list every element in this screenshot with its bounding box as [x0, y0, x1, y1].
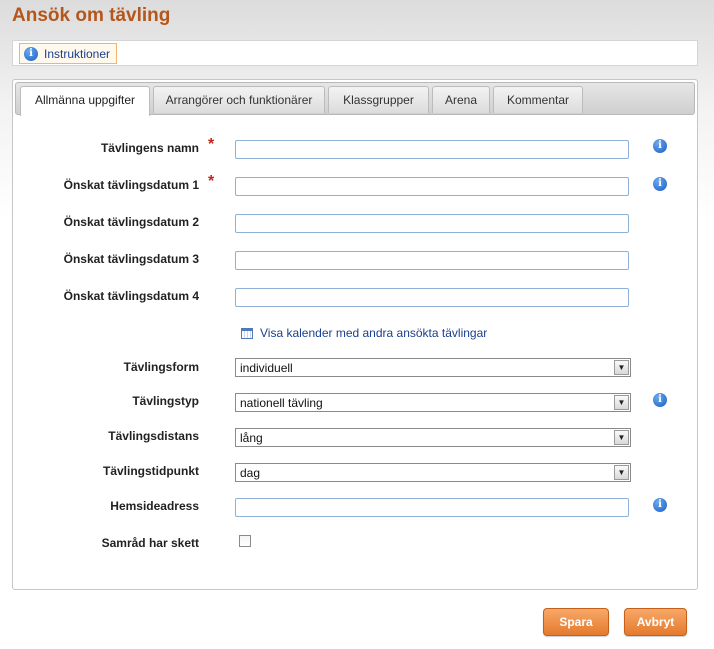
info-icon[interactable]: i: [653, 139, 667, 153]
date1-label: Önskat tävlingsdatum 1: [63, 178, 199, 192]
info-icon: i: [24, 46, 38, 61]
date4-label: Önskat tävlingsdatum 4: [63, 289, 199, 303]
date3-label: Önskat tävlingsdatum 3: [63, 252, 199, 266]
competition-name-input[interactable]: [235, 140, 629, 159]
time-label: Tävlingstidpunkt: [103, 464, 199, 478]
homepage-input[interactable]: [235, 498, 629, 517]
date1-input[interactable]: [235, 177, 629, 196]
competition-form-select[interactable]: individuell ▼: [235, 358, 631, 377]
calendar-icon: [241, 327, 253, 339]
select-value: nationell tävling: [240, 396, 323, 410]
info-icon[interactable]: i: [653, 393, 667, 407]
chevron-down-icon[interactable]: ▼: [614, 465, 629, 480]
required-marker: *: [208, 173, 215, 190]
competition-time-select[interactable]: dag ▼: [235, 463, 631, 482]
date4-input[interactable]: [235, 288, 629, 307]
form-panel: Allmänna uppgifter Arrangörer och funkti…: [12, 79, 698, 590]
select-value: lång: [240, 431, 263, 445]
instructions-bar: i Instruktioner: [12, 40, 698, 66]
chevron-down-icon[interactable]: ▼: [614, 430, 629, 445]
tab-arena[interactable]: Arena: [432, 86, 490, 113]
tab-strip: Allmänna uppgifter Arrangörer och funkti…: [15, 82, 695, 116]
instructions-button[interactable]: i Instruktioner: [19, 43, 118, 64]
tab-general[interactable]: Allmänna uppgifter: [20, 86, 150, 116]
tab-comment[interactable]: Kommentar: [493, 86, 583, 113]
required-marker: *: [208, 136, 215, 153]
competition-distance-select[interactable]: lång ▼: [235, 428, 631, 447]
page-title: Ansök om tävling: [12, 5, 171, 26]
save-button[interactable]: Spara: [543, 608, 609, 636]
competition-type-select[interactable]: nationell tävling ▼: [235, 393, 631, 412]
tab-organizers[interactable]: Arrangörer och funktionärer: [153, 86, 325, 113]
chevron-down-icon[interactable]: ▼: [614, 395, 629, 410]
tab-class-groups[interactable]: Klassgrupper: [328, 86, 429, 113]
date2-input[interactable]: [235, 214, 629, 233]
instructions-label: Instruktioner: [44, 46, 111, 61]
date2-label: Önskat tävlingsdatum 2: [63, 215, 199, 229]
consultation-checkbox[interactable]: [239, 535, 251, 547]
select-value: individuell: [240, 361, 293, 375]
select-value: dag: [240, 466, 261, 480]
date3-input[interactable]: [235, 251, 629, 270]
chevron-down-icon[interactable]: ▼: [614, 360, 629, 375]
calendar-link[interactable]: Visa kalender med andra ansökta tävlinga…: [241, 326, 487, 340]
consultation-label: Samråd har skett: [101, 536, 199, 550]
info-icon[interactable]: i: [653, 177, 667, 191]
calendar-link-text: Visa kalender med andra ansökta tävlinga…: [260, 326, 488, 340]
type-label: Tävlingstyp: [132, 394, 199, 408]
name-label: Tävlingens namn: [100, 141, 199, 155]
cancel-button[interactable]: Avbryt: [624, 608, 687, 636]
info-icon[interactable]: i: [653, 498, 667, 512]
homepage-label: Hemsideadress: [110, 499, 199, 513]
distance-label: Tävlingsdistans: [108, 429, 199, 443]
form-label: Tävlingsform: [123, 360, 199, 374]
